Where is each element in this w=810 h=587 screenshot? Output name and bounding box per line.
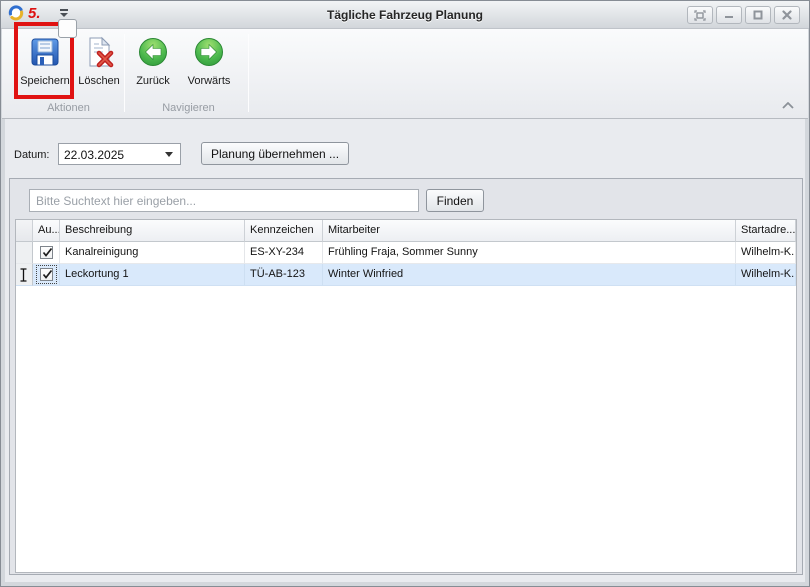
cell-kennzeichen: ES-XY-234 xyxy=(245,242,323,264)
apply-planning-label: Planung übernehmen ... xyxy=(211,147,339,161)
table-row[interactable]: Kanalreinigung ES-XY-234 Frühling Fraja,… xyxy=(16,242,796,264)
checkmark-icon xyxy=(41,246,54,259)
ribbon-group-actions-label: Aktionen xyxy=(12,102,125,116)
maximize-button[interactable] xyxy=(745,6,771,24)
minimize-button[interactable] xyxy=(716,6,742,24)
checkmark-icon xyxy=(41,268,54,281)
column-header-ausgewaehlt[interactable]: Au... xyxy=(33,220,60,242)
popup-fragment xyxy=(58,19,77,38)
ribbon-group-separator xyxy=(124,34,125,112)
column-header-mitarbeiter[interactable]: Mitarbeiter xyxy=(323,220,736,242)
ribbon-group-navigate-label: Navigieren xyxy=(128,102,249,116)
title-bar: Tägliche Fahrzeug Planung xyxy=(1,1,809,29)
delete-document-icon xyxy=(83,36,115,68)
column-header-beschreibung[interactable]: Beschreibung xyxy=(60,220,245,242)
row-indicator-cell xyxy=(16,242,33,264)
close-icon xyxy=(782,10,792,20)
cell-mitarbeiter: Frühling Fraja, Sommer Sunny xyxy=(323,242,736,264)
column-header-kennzeichen[interactable]: Kennzeichen xyxy=(245,220,323,242)
chevron-down-icon xyxy=(165,152,173,157)
collapse-ribbon-icon[interactable] xyxy=(780,99,796,111)
row-indicator-cell xyxy=(16,264,33,286)
back-arrow-icon xyxy=(137,36,169,68)
row-checkbox-cell xyxy=(33,242,60,264)
row-checkbox[interactable] xyxy=(40,246,53,259)
delete-button-label: Löschen xyxy=(78,75,120,87)
grid-header-row: Au... Beschreibung Kennzeichen Mitarbeit… xyxy=(16,220,796,242)
window-controls xyxy=(687,6,800,24)
date-combobox[interactable] xyxy=(58,143,181,165)
app-window: Tägliche Fahrzeug Planung xyxy=(0,0,810,587)
text-cursor-icon xyxy=(19,268,28,282)
cell-kennzeichen: TÜ-AB-123 xyxy=(245,264,323,286)
date-dropdown-button[interactable] xyxy=(160,144,180,164)
ribbon-group-separator xyxy=(248,34,249,112)
fullscreen-icon xyxy=(694,10,706,21)
row-checkbox-cell xyxy=(33,264,60,286)
apply-planning-button[interactable]: Planung übernehmen ... xyxy=(201,142,349,165)
cell-startadresse: Wilhelm-K... xyxy=(736,242,796,264)
step-annotation-label: 5. xyxy=(28,5,41,22)
close-button[interactable] xyxy=(774,6,800,24)
date-input[interactable] xyxy=(59,144,159,164)
planning-panel: Finden Au... Beschreibung Kennzeichen Mi… xyxy=(9,178,803,575)
find-button-label: Finden xyxy=(437,194,474,208)
forward-arrow-icon xyxy=(193,36,225,68)
ribbon: Speichern Löschen Z xyxy=(2,29,808,119)
save-button-label: Speichern xyxy=(20,75,70,87)
forward-button-label: Vorwärts xyxy=(188,75,231,87)
minimize-icon xyxy=(724,10,734,20)
fullscreen-button[interactable] xyxy=(687,6,713,24)
search-input[interactable] xyxy=(29,189,419,212)
cell-beschreibung: Leckortung 1 xyxy=(60,264,245,286)
column-header-startadresse[interactable]: Startadre... xyxy=(736,220,796,242)
header-indicator-cell xyxy=(16,220,33,242)
save-floppy-icon xyxy=(29,36,61,68)
cell-beschreibung: Kanalreinigung xyxy=(60,242,245,264)
back-button-label: Zurück xyxy=(136,75,170,87)
maximize-icon xyxy=(753,10,763,20)
table-row-selected[interactable]: Leckortung 1 TÜ-AB-123 Winter Winfried W… xyxy=(16,264,796,286)
date-label: Datum: xyxy=(14,149,49,161)
focus-rect xyxy=(37,266,56,283)
vehicle-planning-grid: Au... Beschreibung Kennzeichen Mitarbeit… xyxy=(15,219,797,573)
cell-mitarbeiter: Winter Winfried xyxy=(323,264,736,286)
row-checkbox[interactable] xyxy=(40,268,53,281)
cell-startadresse: Wilhelm-K... xyxy=(736,264,796,286)
find-button[interactable]: Finden xyxy=(426,189,484,212)
